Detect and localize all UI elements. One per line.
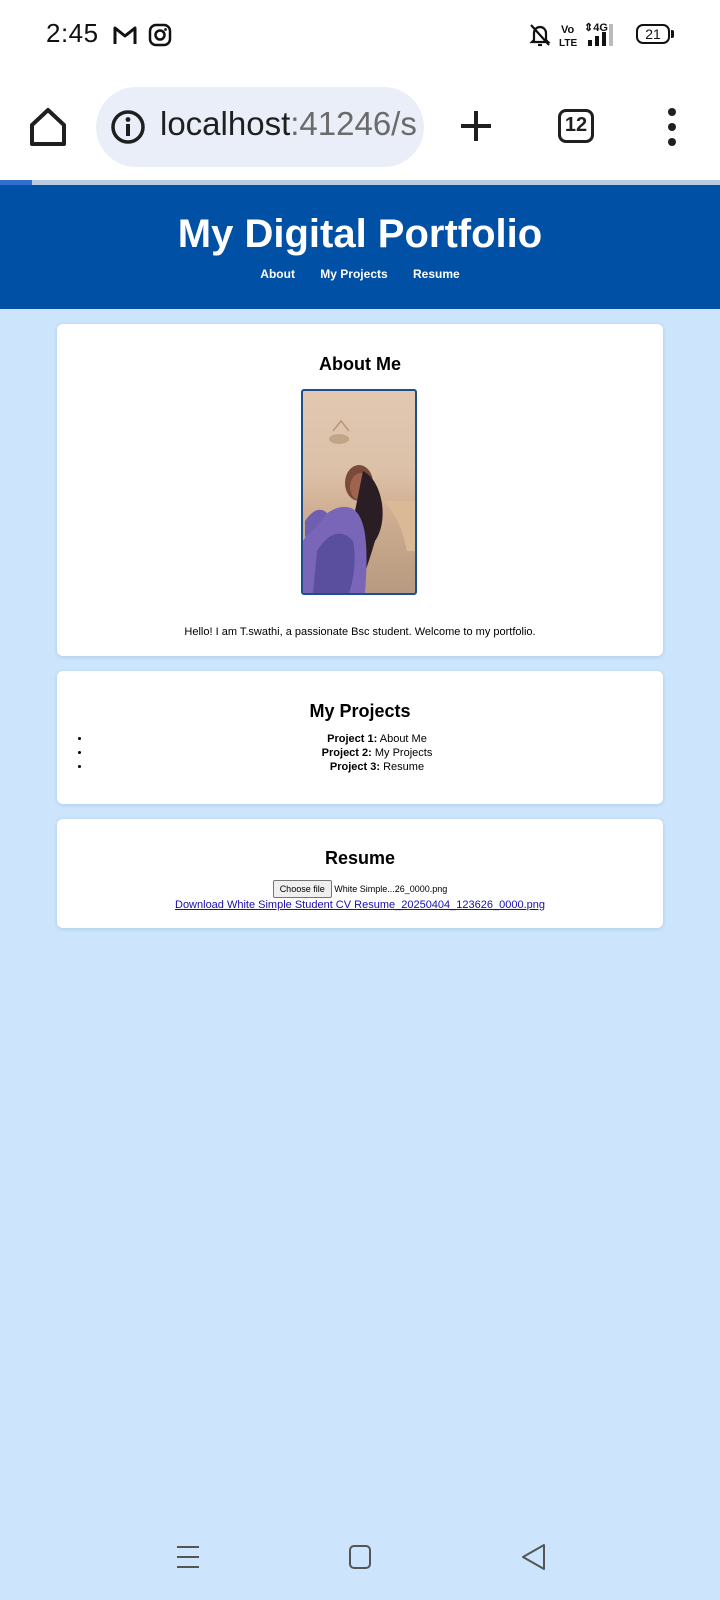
project-value: Resume <box>380 761 425 773</box>
tab-count: 12 <box>564 114 588 136</box>
projects-list: Project 1: About Me Project 2: My Projec… <box>57 732 663 774</box>
projects-section: My Projects Project 1: About Me Project … <box>57 671 663 804</box>
site-title: My Digital Portfolio <box>177 212 543 256</box>
battery-level: 21 <box>645 26 661 42</box>
projects-heading: My Projects <box>309 701 411 721</box>
back-triangle-icon[interactable] <box>520 1542 546 1572</box>
resume-heading: Resume <box>324 848 396 868</box>
svg-text:LTE: LTE <box>559 38 577 49</box>
svg-text:Vo: Vo <box>561 24 575 36</box>
list-item: Project 1: About Me <box>91 732 663 746</box>
gmail-icon <box>113 26 137 44</box>
project-value: My Projects <box>371 747 433 759</box>
profile-photo-image <box>303 419 415 593</box>
url-host: localhost <box>160 105 291 142</box>
download-resume-link[interactable]: Download White Simple Student CV Resume_… <box>57 898 663 913</box>
file-input: Choose file White Simple...26_0000.png <box>57 880 663 898</box>
choose-file-button[interactable]: Choose file <box>272 880 332 898</box>
recents-menu-icon[interactable] <box>176 1544 200 1570</box>
about-heading: About Me <box>319 354 401 374</box>
list-item: Project 3: Resume <box>91 760 663 774</box>
instagram-icon <box>148 23 172 47</box>
status-bar: 2:45 Vo LTE ⇕4G 21 <box>0 0 720 70</box>
url-text[interactable]: localhost:41246/s <box>160 105 417 143</box>
home-square-icon[interactable] <box>348 1544 372 1570</box>
address-bar[interactable]: localhost:41246/s <box>96 87 424 167</box>
resume-section: Resume Choose file White Simple...26_000… <box>57 819 663 928</box>
project-label: Project 2: <box>321 747 372 759</box>
new-tab-icon[interactable] <box>458 108 494 144</box>
about-text: Hello! I am T.swathi, a passionate Bsc s… <box>184 626 536 638</box>
site-header: My Digital Portfolio About My Projects R… <box>0 185 720 309</box>
browser-toolbar: localhost:41246/s 12 <box>0 70 720 181</box>
about-section: About Me Hello! I am T.swathi, a passion… <box>57 324 663 656</box>
nav-link-projects[interactable]: My Projects <box>320 267 387 281</box>
list-item: Project 2: My Projects <box>91 746 663 760</box>
profile-photo <box>301 389 417 595</box>
nav-link-resume[interactable]: Resume <box>413 267 460 281</box>
system-nav-bar <box>0 1520 720 1600</box>
project-label: Project 3: <box>329 761 381 773</box>
selected-file-name: White Simple...26_0000.png <box>334 884 448 894</box>
home-icon[interactable] <box>26 105 70 149</box>
status-time: 2:45 <box>46 18 99 48</box>
tab-switcher-button[interactable]: 12 <box>558 109 594 143</box>
project-value: About Me <box>377 733 427 745</box>
more-menu-icon[interactable] <box>660 105 684 149</box>
nav-link-about[interactable]: About <box>260 267 295 281</box>
url-path: :41246/s <box>290 105 417 142</box>
volte-icon: Vo LTE <box>559 24 577 49</box>
project-label: Project 1: <box>327 733 378 745</box>
site-nav: About My Projects Resume <box>0 267 720 281</box>
info-icon[interactable] <box>110 109 146 145</box>
silent-bell-icon <box>529 24 551 47</box>
battery-icon: 21 <box>636 24 670 44</box>
battery-tip <box>671 30 674 38</box>
4g-signal-icon: ⇕4G <box>584 22 613 46</box>
